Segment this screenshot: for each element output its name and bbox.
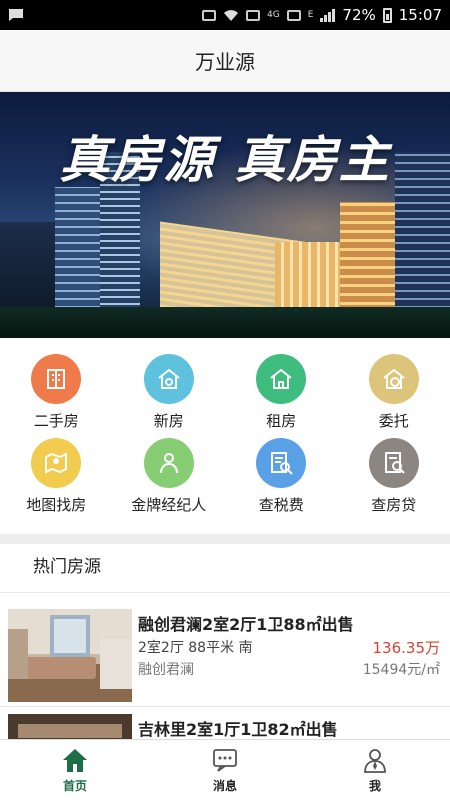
menu-label: 委托 xyxy=(378,412,409,430)
listing-item[interactable]: 吉林里2室1厅1卫82㎡出售 xyxy=(0,706,450,739)
menu-item-gold-agent[interactable]: 金牌经纪人 xyxy=(113,438,226,522)
tab-profile[interactable]: 我 xyxy=(300,740,450,800)
feature-menu-grid: 二手房 新房 租房 委托 地图找房 金牌经纪人 查税费 查房贷 xyxy=(0,354,450,522)
mortgage-check-icon xyxy=(368,438,419,488)
section-underline xyxy=(0,592,450,593)
battery-percent: 72% xyxy=(342,6,376,24)
section-divider xyxy=(0,534,450,544)
listing-thumbnail xyxy=(8,714,132,739)
status-bar: 4G E 72% 15:07 xyxy=(0,0,450,30)
rent-house-icon xyxy=(256,354,307,404)
wifi-icon xyxy=(224,9,239,21)
menu-item-tax-check[interactable]: 查税费 xyxy=(225,438,338,522)
battery-icon xyxy=(382,7,392,23)
home-icon xyxy=(63,749,87,772)
data-icon xyxy=(286,9,301,21)
app-title-bar: 万业源 xyxy=(0,30,450,92)
network-label: 4G xyxy=(267,10,280,20)
menu-item-mortgage-check[interactable]: 查房贷 xyxy=(338,438,450,522)
nfc-icon xyxy=(246,9,261,21)
clock: 15:07 xyxy=(398,6,442,24)
tab-label: 我 xyxy=(368,779,381,793)
tab-label: 首页 xyxy=(62,779,87,793)
section-title: 热门房源 xyxy=(33,557,101,577)
agent-icon xyxy=(143,438,194,488)
listing-price: 136.35万 xyxy=(372,639,441,657)
tab-messages[interactable]: 消息 xyxy=(150,740,300,800)
menu-item-entrust[interactable]: 委托 xyxy=(338,354,450,438)
bottom-tab-bar: 首页 消息 我 xyxy=(0,739,450,800)
new-house-icon xyxy=(143,354,194,404)
listing-community: 融创君澜 xyxy=(138,662,194,678)
menu-label: 地图找房 xyxy=(26,496,87,514)
alarm-icon xyxy=(202,9,217,21)
banner-slogan: 真房源 真房主 xyxy=(59,130,391,189)
network-type: E xyxy=(307,10,314,20)
listing-unit-price: 15494元/㎡ xyxy=(362,662,440,678)
profile-icon xyxy=(364,749,386,773)
signal-icon xyxy=(320,8,336,22)
status-right: 4G E 72% 15:07 xyxy=(202,6,442,24)
listing-spec: 2室2厅 88平米 南 xyxy=(138,640,253,656)
listing-thumbnail xyxy=(8,609,132,702)
listing-title: 吉林里2室1厅1卫82㎡出售 xyxy=(138,720,338,739)
entrust-icon xyxy=(368,354,419,404)
chat-notification-icon xyxy=(9,9,23,21)
menu-label: 金牌经纪人 xyxy=(131,496,207,514)
menu-label: 查房贷 xyxy=(371,496,417,514)
menu-item-secondhand[interactable]: 二手房 xyxy=(0,354,113,438)
menu-label: 查税费 xyxy=(258,496,304,514)
tab-label: 消息 xyxy=(212,779,237,793)
menu-item-rent[interactable]: 租房 xyxy=(225,354,338,438)
tab-home[interactable]: 首页 xyxy=(0,740,150,800)
menu-label: 租房 xyxy=(266,412,297,430)
page-title: 万业源 xyxy=(195,50,255,74)
message-icon xyxy=(213,749,237,772)
status-left xyxy=(8,8,24,22)
secondhand-house-icon xyxy=(31,354,82,404)
menu-label: 二手房 xyxy=(33,412,79,430)
promo-banner[interactable]: 真房源 真房主 xyxy=(0,92,450,338)
banner-trees xyxy=(0,307,450,338)
tax-check-icon xyxy=(256,438,307,488)
menu-item-map-search[interactable]: 地图找房 xyxy=(0,438,113,522)
listing-title: 融创君澜2室2厅1卫88㎡出售 xyxy=(138,615,354,634)
menu-item-new-house[interactable]: 新房 xyxy=(113,354,226,438)
listing-item[interactable]: 融创君澜2室2厅1卫88㎡出售 2室2厅 88平米 南 136.35万 融创君澜… xyxy=(0,601,450,705)
map-search-icon xyxy=(31,438,82,488)
menu-label: 新房 xyxy=(153,412,184,430)
